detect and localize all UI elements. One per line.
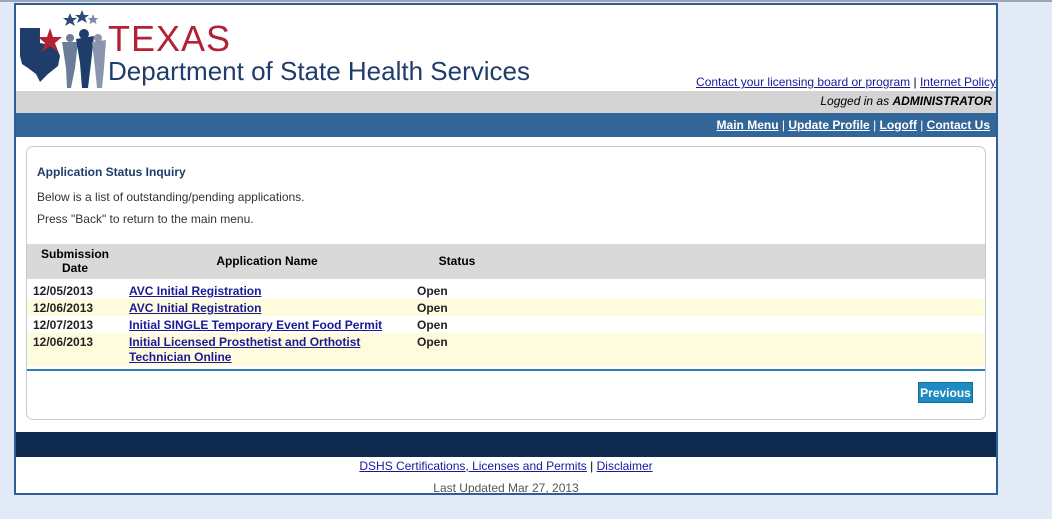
nav-main-menu[interactable]: Main Menu [717,118,779,132]
col-header-date-line2: Date [61,261,88,275]
contact-licensing-link[interactable]: Contact your licensing board or program [696,75,910,89]
row-name: Initial SINGLE Temporary Event Food Perm… [129,318,389,333]
col-header-date-line1: Submission [40,247,109,261]
nav-bar: Main Menu | Update Profile | Logoff | Co… [16,113,996,137]
application-link[interactable]: Initial Licensed Prosthetist and Orthoti… [129,335,360,364]
row-date: 12/06/2013 [33,301,94,315]
table-row: 12/06/2013 AVC Initial Registration Open [27,299,985,316]
nav-separator: | [873,118,877,132]
footer-dshs-link[interactable]: DSHS Certifications, Licenses and Permit… [359,459,586,473]
brand-department: Department of State Health Services [108,56,530,86]
brand-texas: TEXAS [108,18,232,59]
top-border [0,0,1052,2]
footer-links: DSHS Certifications, Licenses and Permit… [16,459,996,473]
content-panel: Application Status Inquiry Below is a li… [26,146,986,420]
application-table: 12/05/2013 AVC Initial Registration Open… [27,282,985,366]
table-row: 12/07/2013 Initial SINGLE Temporary Even… [27,316,985,333]
login-status: Logged in as ADMINISTRATOR [820,94,992,108]
footer-bar [16,432,996,457]
row-name: AVC Initial Registration [129,284,389,299]
nav-update-profile[interactable]: Update Profile [788,118,869,132]
texas-dshs-logo-icon [20,10,106,88]
row-name: Initial Licensed Prosthetist and Orthoti… [129,335,389,365]
last-updated: Last Updated Mar 27, 2013 [433,481,579,495]
row-status: Open [417,284,448,298]
nav-separator: | [781,118,786,132]
page-instruction-1: Below is a list of outstanding/pending a… [37,190,305,204]
col-header-date: Submission Date [35,247,115,275]
row-date: 12/07/2013 [33,318,94,332]
nav-separator: | [920,118,924,132]
previous-button[interactable]: Previous [918,382,973,403]
page-frame: TEXAS Department of State Health Service… [14,3,998,495]
site-header: TEXAS Department of State Health Service… [16,5,996,91]
login-prefix: Logged in as [820,94,890,108]
login-user: ADMINISTRATOR [892,94,992,108]
row-date: 12/05/2013 [33,284,94,298]
application-link[interactable]: Initial SINGLE Temporary Event Food Perm… [129,318,382,332]
nav-contact-us[interactable]: Contact Us [927,118,990,132]
nav-links: Main Menu | Update Profile | Logoff | Co… [717,118,990,132]
row-status: Open [417,318,448,332]
row-name: AVC Initial Registration [129,301,389,316]
col-header-status: Status [438,254,476,268]
header-link-separator: | [913,75,917,89]
login-bar: Logged in as ADMINISTRATOR [16,91,996,113]
row-status: Open [417,301,448,315]
nav-logoff[interactable]: Logoff [880,118,917,132]
row-status: Open [417,335,448,349]
table-row: 12/06/2013 Initial Licensed Prosthetist … [27,333,985,366]
page-instruction-2: Press "Back" to return to the main menu. [37,212,254,226]
internet-policy-link[interactable]: Internet Policy [920,75,996,89]
table-divider [27,369,985,371]
footer-disclaimer-link[interactable]: Disclaimer [597,459,653,473]
header-links: Contact your licensing board or program … [696,75,996,89]
application-link[interactable]: AVC Initial Registration [129,301,261,315]
row-date: 12/06/2013 [33,335,94,349]
table-row: 12/05/2013 AVC Initial Registration Open [27,282,985,299]
footer-separator: | [590,459,594,473]
page-title: Application Status Inquiry [37,165,186,179]
col-header-name: Application Name [216,254,318,268]
table-header: Submission Date Application Name Status [27,244,985,279]
application-link[interactable]: AVC Initial Registration [129,284,261,298]
